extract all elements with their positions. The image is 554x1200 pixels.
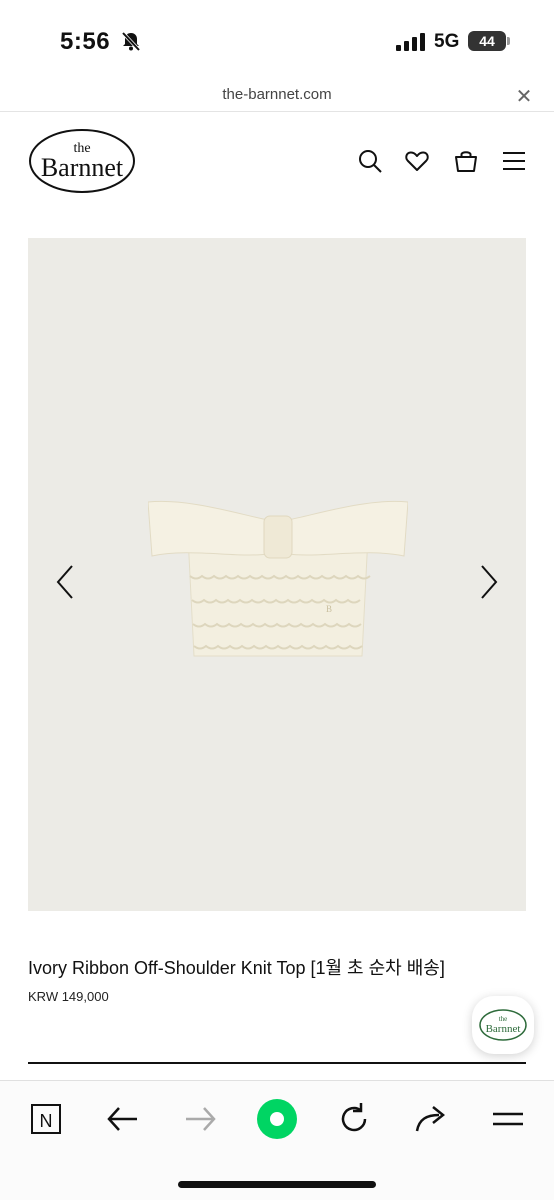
svg-text:B: B bbox=[326, 604, 332, 614]
battery-cap bbox=[507, 37, 510, 45]
menu-lines-icon[interactable] bbox=[488, 1099, 528, 1139]
network-label: 5G bbox=[434, 31, 460, 52]
signal-icon bbox=[396, 33, 425, 51]
product-price: KRW 149,000 bbox=[28, 989, 109, 1004]
back-icon[interactable] bbox=[103, 1099, 143, 1139]
chevron-left-icon[interactable] bbox=[52, 562, 80, 602]
bell-muted-icon bbox=[121, 31, 141, 52]
share-icon[interactable] bbox=[411, 1099, 451, 1139]
url-text[interactable]: the-barnnet.com bbox=[0, 86, 554, 103]
status-bar: 5:56 5G 44 bbox=[0, 0, 554, 80]
svg-text:Barnnet: Barnnet bbox=[41, 153, 124, 182]
floating-logo-button[interactable]: the Barnnet bbox=[472, 996, 534, 1054]
product-title: Ivory Ribbon Off-Shoulder Knit Top [1월 초… bbox=[28, 958, 445, 978]
product-image[interactable]: B bbox=[28, 238, 526, 911]
site-header: the Barnnet bbox=[0, 112, 554, 212]
menu-icon[interactable] bbox=[501, 148, 527, 174]
close-icon[interactable]: ✕ bbox=[514, 84, 534, 109]
chevron-right-icon[interactable] bbox=[474, 562, 502, 602]
url-bar[interactable]: the-barnnet.com ✕ bbox=[0, 80, 554, 112]
svg-text:Barnnet: Barnnet bbox=[486, 1023, 521, 1035]
knit-top-image: B bbox=[148, 500, 408, 657]
naver-icon[interactable]: N bbox=[26, 1099, 66, 1139]
divider bbox=[28, 1062, 526, 1064]
barnnet-logo[interactable]: the Barnnet bbox=[28, 128, 136, 194]
green-dot-icon[interactable] bbox=[255, 1097, 299, 1141]
browser-toolbar: N bbox=[0, 1080, 554, 1200]
forward-icon[interactable] bbox=[180, 1099, 220, 1139]
bag-icon[interactable] bbox=[453, 148, 479, 174]
heart-icon[interactable] bbox=[404, 148, 430, 174]
status-time: 5:56 bbox=[60, 28, 111, 55]
reload-icon[interactable] bbox=[334, 1099, 374, 1139]
svg-text:N: N bbox=[40, 1111, 53, 1131]
battery-icon: 44 bbox=[468, 31, 506, 51]
barnnet-small-logo-icon: the Barnnet bbox=[479, 1009, 527, 1041]
search-icon[interactable] bbox=[357, 148, 383, 174]
home-indicator bbox=[178, 1181, 376, 1188]
svg-text:the: the bbox=[499, 1015, 508, 1023]
